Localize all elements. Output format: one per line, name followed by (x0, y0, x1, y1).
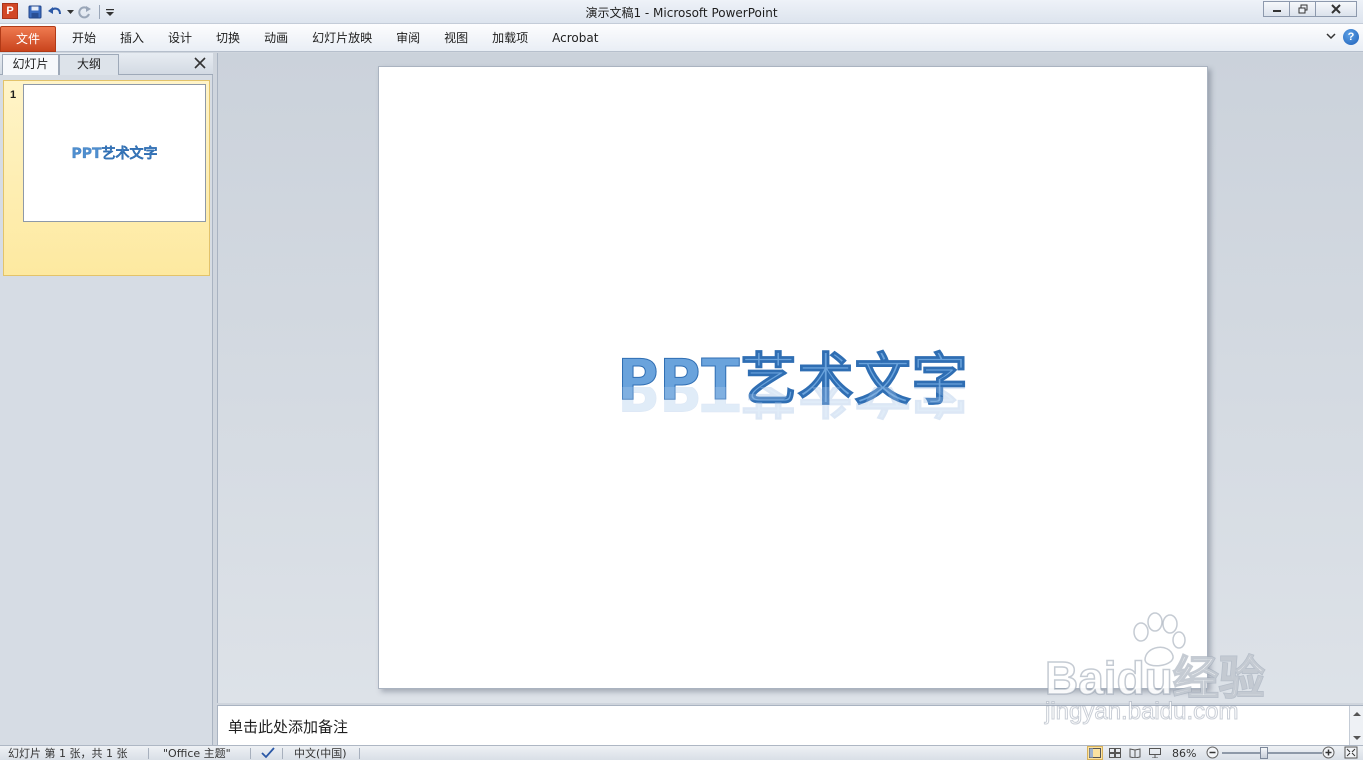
zoom-level[interactable]: 86% (1172, 747, 1196, 760)
ribbon-tab-bar: 文件 开始 插入 设计 切换 动画 幻灯片放映 审阅 视图 加载项 Acroba… (0, 24, 1363, 52)
zoom-in-icon[interactable] (1322, 746, 1335, 760)
slide-number: 1 (10, 89, 17, 101)
window-title: 演示文稿1 - Microsoft PowerPoint (585, 6, 778, 20)
slide-editing-area: PPT艺术文字 PPT艺术文字 (217, 53, 1363, 703)
title-bar: P 演示文稿1 - Microsoft PowerPoint (0, 0, 1363, 24)
tab-outline[interactable]: 大纲 (59, 54, 119, 75)
close-window-icon[interactable] (1315, 1, 1357, 17)
tab-home[interactable]: 开始 (60, 26, 108, 52)
tab-insert[interactable]: 插入 (108, 26, 156, 52)
ribbon-tabs: 开始 插入 设计 切换 动画 幻灯片放映 审阅 视图 加载项 Acrobat (60, 26, 610, 52)
spellcheck-icon[interactable] (260, 747, 276, 760)
status-separator (359, 748, 360, 759)
status-bar: 幻灯片 第 1 张，共 1 张 "Office 主题" 中文(中国) 86% (0, 745, 1363, 760)
notes-scrollbar[interactable] (1349, 706, 1363, 746)
fit-to-window-icon[interactable] (1344, 746, 1358, 760)
tab-design[interactable]: 设计 (156, 26, 204, 52)
restore-icon[interactable] (1289, 1, 1315, 17)
slide-thumbnail-selected[interactable]: 1 PPT艺术文字 (3, 80, 210, 276)
tab-transitions[interactable]: 切换 (204, 26, 252, 52)
status-separator (250, 748, 251, 759)
close-pane-icon[interactable] (193, 56, 207, 70)
expand-ribbon-icon[interactable] (1325, 30, 1337, 44)
view-buttons (1087, 746, 1163, 760)
language-status[interactable]: 中文(中国) (294, 747, 347, 760)
status-separator (148, 748, 149, 759)
notes-placeholder[interactable]: 单击此处添加备注 (228, 716, 348, 737)
zoom-slider-track[interactable] (1222, 752, 1322, 754)
tab-review[interactable]: 审阅 (384, 26, 432, 52)
tab-view[interactable]: 视图 (432, 26, 480, 52)
ribbon-right-controls: ? (1325, 29, 1359, 45)
slide-canvas[interactable]: PPT艺术文字 PPT艺术文字 (378, 66, 1208, 689)
tab-acrobat[interactable]: Acrobat (540, 26, 610, 52)
reading-view-icon[interactable] (1127, 746, 1143, 760)
tab-slideshow[interactable]: 幻灯片放映 (300, 26, 384, 52)
zoom-out-icon[interactable] (1206, 746, 1219, 760)
slide-count-status: 幻灯片 第 1 张，共 1 张 (8, 747, 128, 760)
tab-animations[interactable]: 动画 (252, 26, 300, 52)
help-icon[interactable]: ? (1343, 29, 1359, 45)
tab-slides[interactable]: 幻灯片 (2, 54, 59, 75)
wordart-text[interactable]: PPT艺术文字 (379, 348, 1207, 413)
normal-view-icon[interactable] (1087, 746, 1103, 760)
pane-tab-strip: 幻灯片 大纲 (0, 53, 213, 75)
slides-pane: 幻灯片 大纲 1 PPT艺术文字 (0, 53, 213, 745)
slide-sorter-icon[interactable] (1107, 746, 1123, 760)
status-separator (282, 748, 283, 759)
notes-pane[interactable]: 单击此处添加备注 (217, 705, 1363, 746)
zoom-slider-thumb[interactable] (1260, 747, 1268, 759)
tab-file[interactable]: 文件 (0, 26, 56, 52)
theme-status[interactable]: "Office 主题" (163, 747, 231, 760)
window-controls (1263, 1, 1357, 17)
slideshow-view-icon[interactable] (1147, 746, 1163, 760)
thumbnail-wordart-text: PPT艺术文字 (71, 146, 158, 162)
slide-thumbnail[interactable]: PPT艺术文字 (23, 84, 206, 222)
tab-addins[interactable]: 加载项 (480, 26, 540, 52)
minimize-icon[interactable] (1263, 1, 1289, 17)
